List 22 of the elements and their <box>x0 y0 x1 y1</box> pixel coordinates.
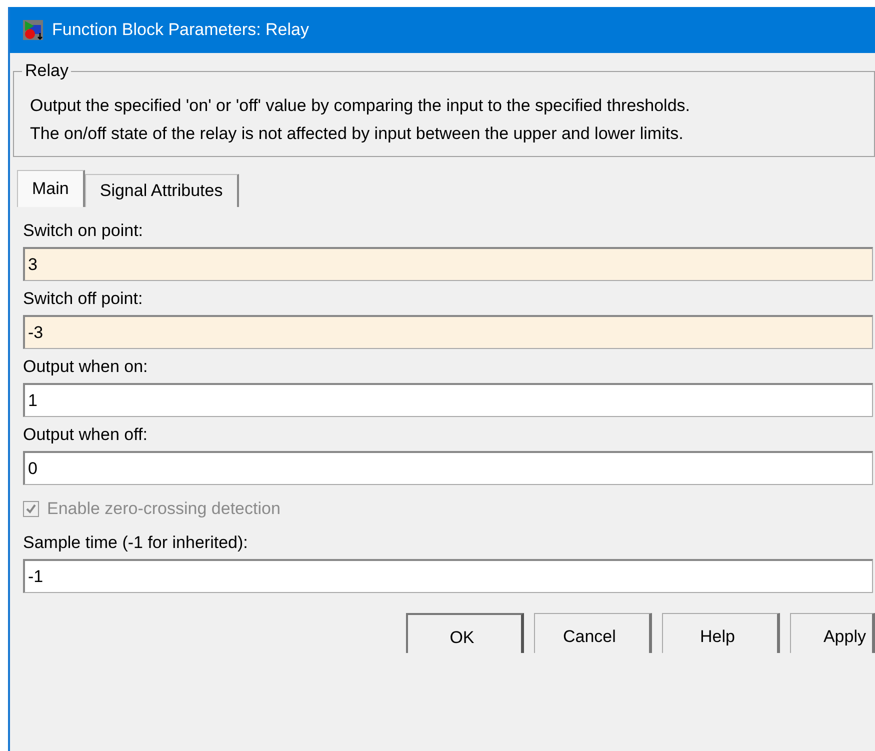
field-label: Output when on: <box>23 357 149 377</box>
field-label: Switch on point: <box>23 221 144 241</box>
description-text: The on/off state of the relay is not affected by input between the upper and lower limits. <box>30 123 684 145</box>
input-field[interactable]: -3 <box>23 315 873 349</box>
description-text: Output the specified 'on' or 'off' value by comparing the input to the specified thresholds. <box>30 95 692 117</box>
block-diagram-icon <box>22 19 44 41</box>
input-field[interactable]: -1 <box>23 559 873 593</box>
window-title: Function Block Parameters: Relay <box>52 20 309 40</box>
input-field[interactable]: 3 <box>23 247 873 281</box>
checkbox-label: Enable zero-crossing detection <box>47 499 280 519</box>
input-field[interactable]: 0 <box>23 451 873 485</box>
field-label: Switch off point: <box>23 289 144 309</box>
tab[interactable]: Main <box>17 170 85 207</box>
dialog-button[interactable]: Apply <box>790 613 875 653</box>
group-title: Relay <box>22 61 72 81</box>
tab[interactable]: Signal Attributes <box>84 174 239 207</box>
input-field[interactable]: 1 <box>23 383 873 417</box>
dialog-button[interactable]: Cancel <box>534 613 652 653</box>
field-label: Sample time (-1 for inherited): <box>23 533 249 553</box>
dialog-button[interactable]: Help <box>662 613 780 653</box>
dialog-button[interactable]: OK <box>406 613 524 653</box>
field-label: Output when off: <box>23 425 148 445</box>
